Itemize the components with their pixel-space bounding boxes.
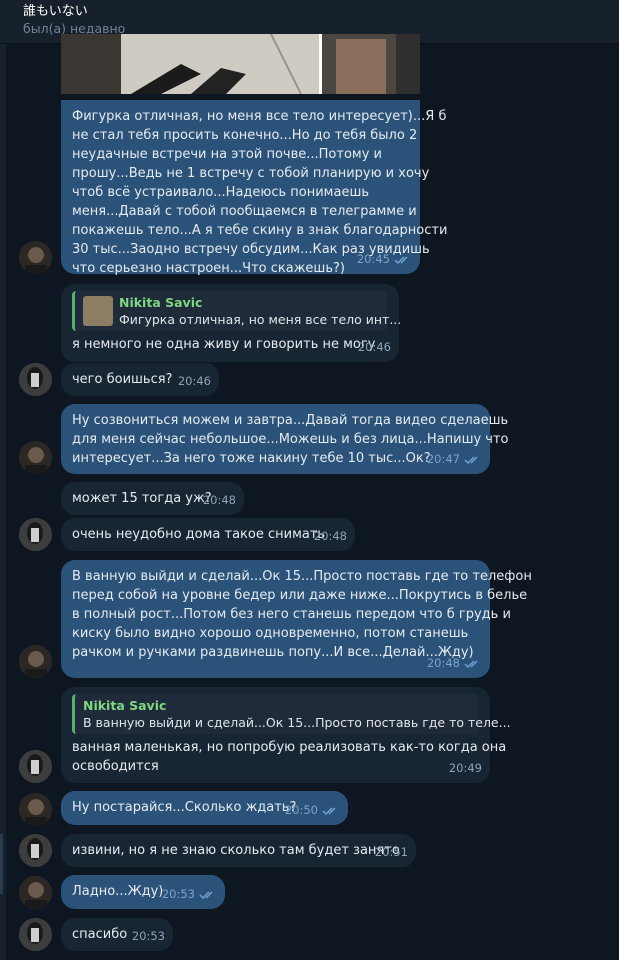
double-check-icon (394, 255, 412, 265)
message-text: извини, но я не знаю сколько там будет з… (72, 843, 400, 858)
message-line: освободится (72, 759, 159, 774)
message-line: покажешь тело...А я тебе скину в знак бл… (72, 223, 448, 238)
message-outgoing[interactable]: Фигурка отличная, но меня все тело интер… (61, 100, 448, 276)
message-meta: 20:53 (162, 885, 217, 904)
avatar-contact[interactable] (19, 363, 52, 396)
avatar-contact[interactable] (19, 918, 52, 951)
message-line: не стал тебя просить конечно...Но до теб… (72, 128, 418, 143)
message-time: 20:46 (357, 340, 391, 354)
message-meta: 20:50 (285, 801, 340, 820)
avatar-contact[interactable] (19, 750, 52, 783)
message-incoming[interactable]: очень неудобно дома такое снимать 20:48 (61, 518, 355, 551)
message-meta: 20:46 (178, 372, 211, 391)
double-check-icon (199, 890, 217, 900)
message-line: прошу...Ведь не 1 встречу с тобой планир… (72, 166, 430, 181)
message-meta: 20:49 (449, 759, 482, 778)
message-line: для меня сейчас небольшое...Можешь и без… (72, 432, 509, 447)
message-meta: 20:48 (427, 654, 482, 673)
reply-author: Nikita Savic (119, 295, 203, 310)
message-outgoing[interactable]: Ну созвониться можем и завтра...Давай то… (61, 404, 509, 474)
chat-title[interactable]: 誰もいない (23, 3, 619, 20)
message-incoming[interactable]: может 15 тогда уж? 20:48 (61, 482, 244, 515)
message-meta: 20:47 (427, 450, 482, 469)
reply-quote[interactable]: Nikita Savic В ванную выйди и сделай...О… (72, 694, 511, 734)
message-line: ванная маленькая, но попробую реализоват… (72, 740, 507, 755)
message-line: меня...Давай с тобой пообщаемся в телегр… (72, 204, 417, 219)
message-line: В ванную выйди и сделай...Ок 15...Просто… (72, 569, 532, 584)
message-incoming[interactable]: Nikita Savic В ванную выйди и сделай...О… (61, 687, 511, 783)
message-line: чтоб всё устраивало...Надеюсь понимаешь (72, 185, 370, 200)
reply-thumbnail (83, 296, 113, 326)
message-time: 20:46 (177, 374, 211, 388)
avatar-self[interactable] (19, 241, 52, 274)
reply-author: Nikita Savic (83, 698, 167, 713)
double-check-icon (464, 455, 482, 465)
message-time: 20:49 (448, 761, 482, 775)
avatar-contact[interactable] (19, 834, 52, 867)
message-line: рачком и ручками раздвинешь попу...И все… (72, 645, 474, 660)
reply-text: В ванную выйди и сделай...Ок 15...Просто… (83, 715, 511, 730)
message-line: перед собой на уровне бедер или даже ниж… (72, 588, 528, 603)
message-meta: 20:48 (314, 527, 347, 546)
reply-text: Фигурка отличная, но меня все тело инт..… (119, 312, 402, 327)
message-time: 20:53 (161, 887, 195, 901)
message-incoming[interactable]: спасибо 20:53 (61, 918, 173, 951)
avatar-contact[interactable] (19, 518, 52, 551)
message-line: Фигурка отличная, но меня все тело интер… (72, 109, 447, 124)
double-check-icon (322, 806, 340, 816)
message-line: неудачные встречи на этой почве...Потому… (72, 147, 382, 162)
message-meta: 20:48 (203, 491, 236, 510)
avatar-self[interactable] (19, 645, 52, 678)
message-line: интересует...За него тоже накину тебе 10… (72, 451, 431, 466)
message-time: 20:48 (202, 493, 236, 507)
message-incoming[interactable]: извини, но я не знаю сколько там будет з… (61, 834, 416, 867)
reply-quote[interactable]: Nikita Savic Фигурка отличная, но меня в… (72, 291, 401, 331)
avatar-self[interactable] (19, 441, 52, 474)
message-photo[interactable] (61, 34, 420, 94)
message-meta: 20:45 (357, 250, 412, 269)
message-incoming[interactable]: чего боишься? 20:46 (61, 363, 219, 396)
message-line: Ну созвониться можем и завтра...Давай то… (72, 413, 509, 428)
message-meta: 20:46 (358, 338, 391, 357)
message-time: 20:47 (426, 452, 460, 466)
message-time: 20:48 (426, 656, 460, 670)
avatar-self[interactable] (19, 793, 52, 826)
message-time: 20:48 (313, 529, 347, 543)
message-time: 20:51 (374, 845, 408, 859)
message-text: очень неудобно дома такое снимать (72, 527, 326, 542)
message-list[interactable]: Фигурка отличная, но меня все тело интер… (0, 34, 619, 960)
message-time: 20:53 (131, 929, 165, 943)
message-meta: 20:53 (132, 927, 165, 946)
message-line: в полный рост...Потом без него станешь п… (72, 607, 511, 622)
message-time: 20:50 (284, 803, 318, 817)
message-outgoing[interactable]: В ванную выйди и сделай...Ок 15...Просто… (61, 560, 532, 678)
message-line: киску было видно хорошо одновременно, по… (72, 626, 469, 641)
message-outgoing[interactable]: Ну постарайся...Сколько ждать? 20:50 (61, 791, 348, 825)
message-outgoing[interactable]: Ладно...Жду) 20:53 (61, 875, 225, 909)
message-incoming[interactable]: Nikita Savic Фигурка отличная, но меня в… (61, 284, 401, 362)
double-check-icon (464, 659, 482, 669)
avatar-self[interactable] (19, 876, 52, 909)
message-meta: 20:51 (375, 843, 408, 862)
message-time: 20:45 (356, 252, 390, 266)
message-text: я немного не одна живу и говорить не мог… (72, 337, 376, 352)
